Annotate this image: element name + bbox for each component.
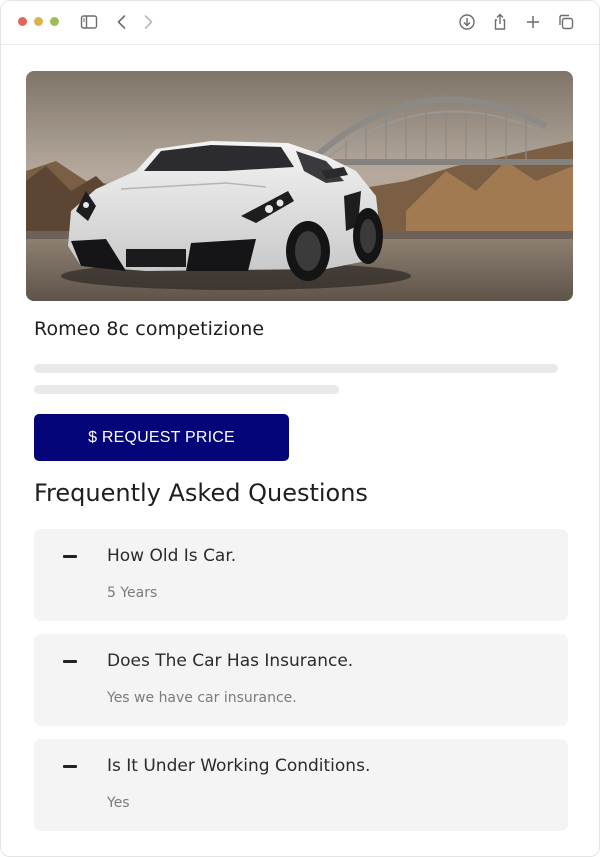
description-placeholder-line (34, 385, 339, 394)
faq-answer: Yes we have car insurance. (107, 690, 297, 706)
collapse-button[interactable] (54, 543, 86, 571)
download-icon[interactable] (457, 12, 477, 32)
faq-answer: 5 Years (107, 585, 158, 601)
faq-answer: Yes (107, 795, 130, 811)
minus-icon (63, 555, 77, 558)
description-placeholder-line (34, 364, 558, 373)
product-title: Romeo 8c competizione (34, 318, 265, 340)
tabs-icon[interactable] (556, 12, 576, 32)
faq-question[interactable]: How Old Is Car. (107, 546, 236, 566)
collapse-button[interactable] (54, 753, 86, 781)
faq-question[interactable]: Is It Under Working Conditions. (107, 756, 370, 776)
browser-window: Romeo 8c competizione $ REQUEST PRICE Fr… (0, 0, 600, 857)
faq-item[interactable]: Is It Under Working Conditions. Yes (34, 739, 568, 831)
sidebar-icon[interactable] (79, 12, 99, 32)
share-icon[interactable] (490, 12, 510, 32)
zoom-window-button[interactable] (50, 17, 59, 26)
minus-icon (63, 765, 77, 768)
request-price-button[interactable]: $ REQUEST PRICE (34, 414, 289, 461)
minimize-window-button[interactable] (34, 17, 43, 26)
plus-icon[interactable] (523, 12, 543, 32)
close-window-button[interactable] (18, 17, 27, 26)
browser-toolbar (1, 1, 599, 45)
chevron-right-icon[interactable] (138, 12, 158, 32)
minus-icon (63, 660, 77, 663)
faq-heading: Frequently Asked Questions (34, 479, 368, 507)
faq-item[interactable]: How Old Is Car. 5 Years (34, 529, 568, 621)
faq-item[interactable]: Does The Car Has Insurance. Yes we have … (34, 634, 568, 726)
chevron-left-icon[interactable] (112, 12, 132, 32)
faq-question[interactable]: Does The Car Has Insurance. (107, 651, 353, 671)
car-photo (26, 71, 573, 301)
collapse-button[interactable] (54, 648, 86, 676)
